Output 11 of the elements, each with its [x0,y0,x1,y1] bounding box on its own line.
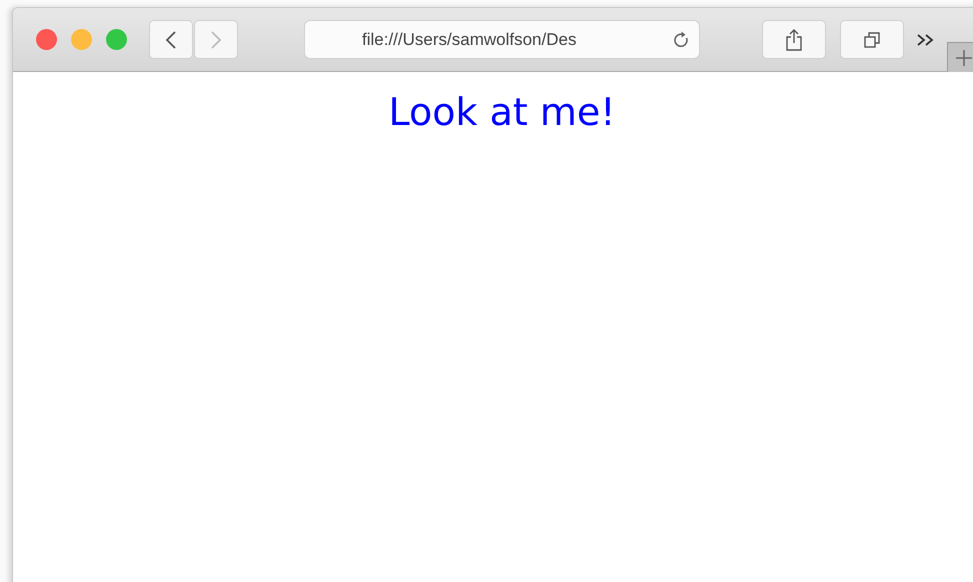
address-field[interactable]: file:///Users/samwolfson/Des [304,20,700,59]
forward-icon [210,30,222,50]
chevron-icon[interactable] [916,32,936,46]
plus-icon [954,48,973,68]
tabs-icon [862,30,882,50]
back-button[interactable] [149,20,193,59]
page-heading: Look at me! [388,90,616,134]
back-icon [165,30,177,50]
share-icon [784,28,804,52]
share-button[interactable] [762,20,826,59]
tab-overview-button[interactable] [840,20,904,59]
